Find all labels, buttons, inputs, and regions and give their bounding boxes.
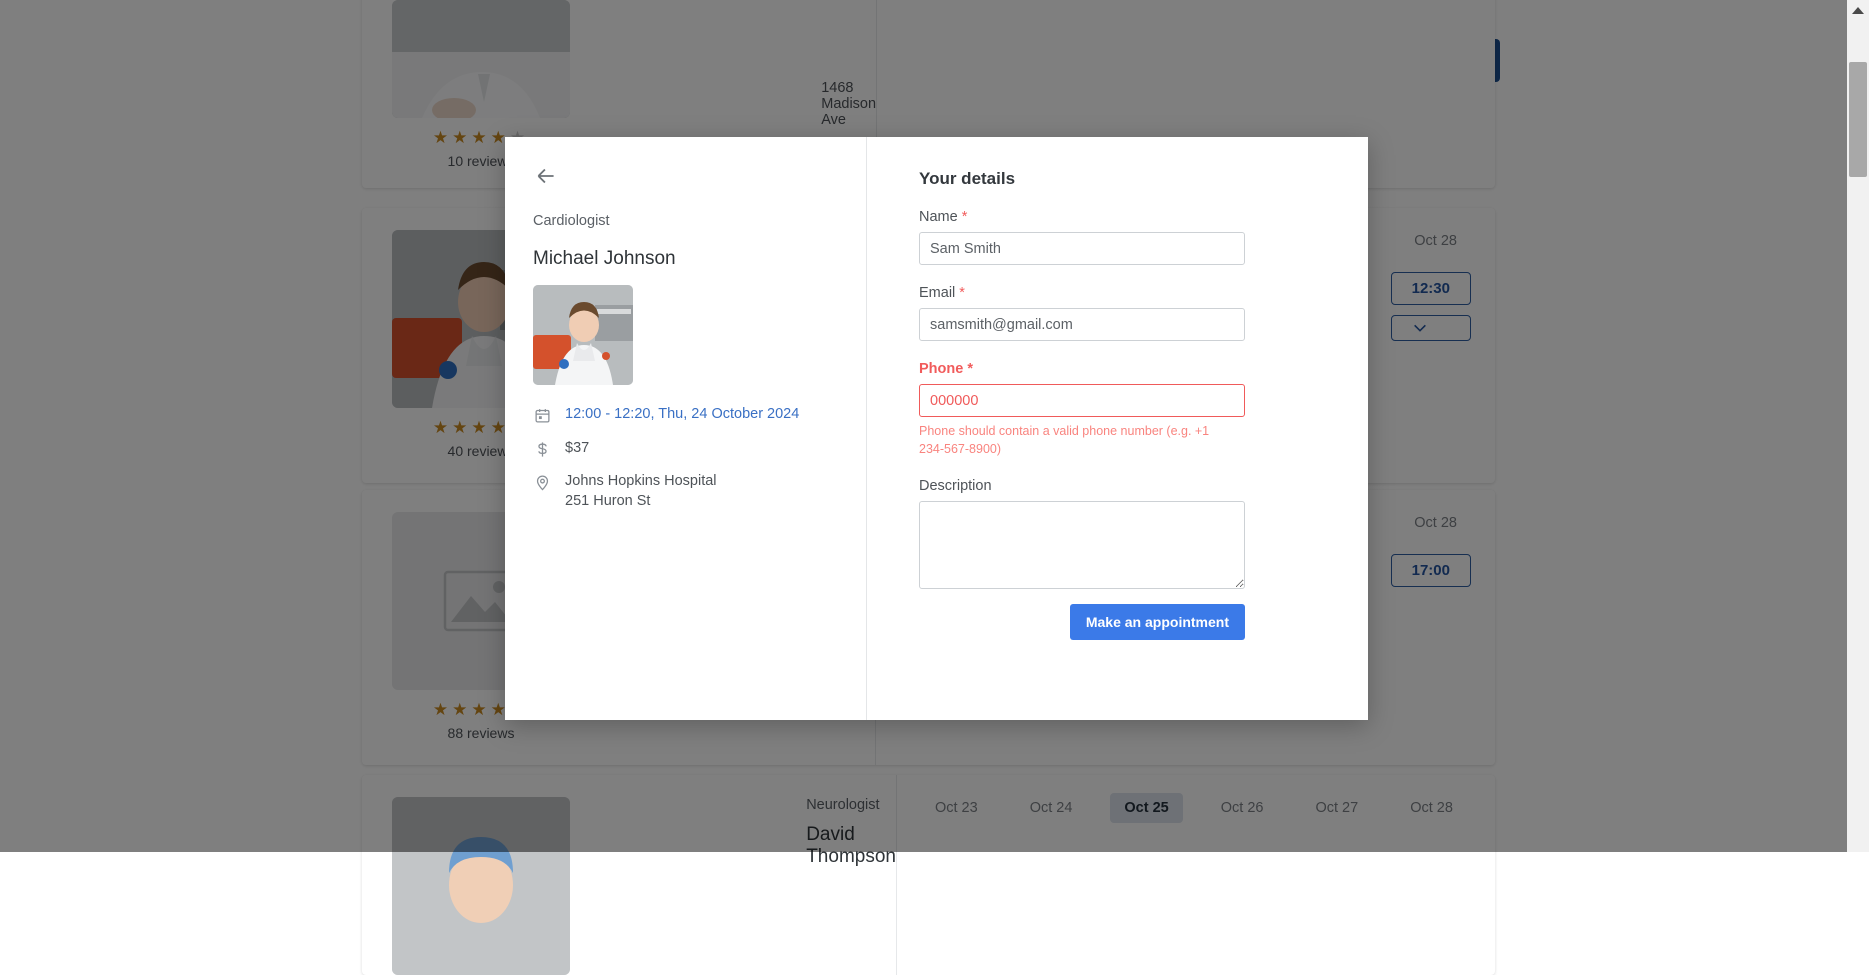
name-input[interactable] bbox=[919, 232, 1245, 265]
back-arrow-icon[interactable] bbox=[533, 163, 559, 189]
page-scrollbar[interactable] bbox=[1847, 0, 1869, 852]
phone-label: Phone * bbox=[919, 361, 1316, 377]
modal-detail-rows: 12:00 - 12:20, Thu, 24 October 2024 $37 … bbox=[533, 405, 838, 511]
name-label: Name * bbox=[919, 209, 1316, 225]
phone-input[interactable] bbox=[919, 384, 1245, 417]
email-label-text: Email bbox=[919, 285, 955, 301]
email-field-group: Email * bbox=[919, 285, 1316, 341]
modal-speciality: Cardiologist bbox=[533, 213, 838, 229]
modal-summary-panel: Cardiologist Michael Johnson 12 bbox=[505, 137, 867, 720]
modal-hospital-name: Johns Hopkins Hospital bbox=[565, 473, 717, 489]
email-label: Email * bbox=[919, 285, 1316, 301]
appointment-modal: Cardiologist Michael Johnson 12 bbox=[505, 137, 1368, 720]
modal-price: $37 bbox=[565, 439, 589, 459]
description-label: Description bbox=[919, 478, 1316, 494]
modal-form-panel: Your details Name * Email * Phone * Phon… bbox=[867, 137, 1368, 720]
required-marker: * bbox=[962, 209, 968, 225]
name-field-group: Name * bbox=[919, 209, 1316, 265]
modal-doctor-name: Michael Johnson bbox=[533, 248, 838, 270]
modal-appointment-time[interactable]: 12:00 - 12:20, Thu, 24 October 2024 bbox=[565, 405, 799, 425]
description-textarea[interactable] bbox=[919, 501, 1245, 589]
required-marker: * bbox=[959, 285, 965, 301]
scroll-up-arrow-icon[interactable] bbox=[1852, 7, 1864, 14]
modal-hospital-block: Johns Hopkins Hospital 251 Huron St bbox=[565, 472, 717, 511]
phone-label-text: Phone bbox=[919, 361, 963, 377]
dollar-icon bbox=[533, 439, 551, 458]
modal-hospital-address: 251 Huron St bbox=[565, 493, 650, 509]
description-field-group: Description bbox=[919, 478, 1316, 589]
phone-error-message: Phone should contain a valid phone numbe… bbox=[919, 422, 1229, 458]
modal-location-row: Johns Hopkins Hospital 251 Huron St bbox=[533, 472, 838, 511]
scrollbar-thumb[interactable] bbox=[1849, 62, 1867, 177]
required-marker: * bbox=[967, 361, 973, 377]
modal-price-row: $37 bbox=[533, 439, 838, 459]
phone-field-group: Phone * Phone should contain a valid pho… bbox=[919, 361, 1316, 458]
modal-doctor-photo bbox=[533, 285, 633, 385]
make-appointment-button[interactable]: Make an appointment bbox=[1070, 604, 1245, 640]
email-input[interactable] bbox=[919, 308, 1245, 341]
form-title: Your details bbox=[919, 169, 1316, 189]
name-label-text: Name bbox=[919, 209, 958, 225]
photo-art bbox=[533, 285, 633, 385]
submit-row: Make an appointment bbox=[919, 604, 1245, 640]
location-pin-icon bbox=[533, 472, 551, 491]
calendar-icon bbox=[533, 405, 551, 424]
modal-time-row: 12:00 - 12:20, Thu, 24 October 2024 bbox=[533, 405, 838, 425]
